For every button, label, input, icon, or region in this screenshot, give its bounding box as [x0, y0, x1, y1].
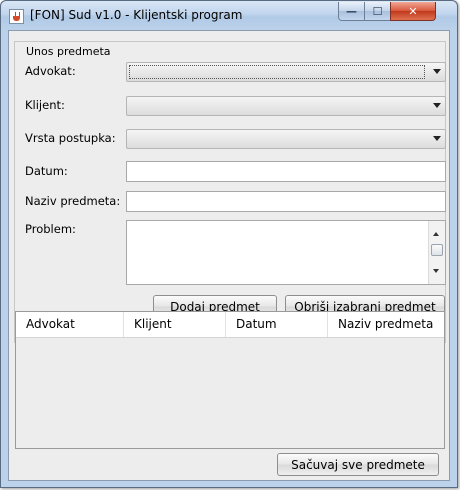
close-icon: ✕: [408, 4, 418, 18]
chevron-down-icon[interactable]: [433, 69, 441, 74]
vertical-scrollbar[interactable]: [428, 221, 445, 284]
scroll-up-icon[interactable]: [433, 232, 439, 236]
chevron-down-icon[interactable]: [433, 103, 441, 108]
maximize-icon: ☐: [372, 4, 383, 18]
app-window: [FON] Sud v1.0 - Klijentski program — ☐ …: [0, 0, 458, 488]
datum-field[interactable]: [126, 161, 446, 182]
problem-textarea[interactable]: [126, 220, 446, 285]
vrsta-postupka-combobox[interactable]: [126, 129, 446, 149]
column-header-klijent[interactable]: Klijent: [123, 312, 225, 337]
naziv-predmeta-field[interactable]: [126, 191, 446, 212]
klijent-combobox[interactable]: [126, 96, 446, 116]
chevron-down-icon[interactable]: [433, 136, 441, 141]
close-button[interactable]: ✕: [390, 2, 436, 21]
table-header: Advokat Klijent Datum Naziv predmeta: [16, 312, 444, 338]
focus-outline: [129, 65, 425, 79]
window-title: [FON] Sud v1.0 - Klijentski program: [30, 8, 243, 22]
group-title: Unos predmeta: [24, 45, 113, 58]
vrsta-postupka-label: Vrsta postupka:: [25, 131, 116, 145]
minimize-button[interactable]: —: [338, 2, 365, 21]
title-bar[interactable]: [FON] Sud v1.0 - Klijentski program — ☐ …: [1, 1, 457, 30]
save-all-cases-button[interactable]: Sačuvaj sve predmete: [277, 453, 439, 476]
column-header-naziv-predmeta[interactable]: Naziv predmeta: [327, 312, 444, 337]
case-entry-group: Unos predmeta Advokat: Klijent: Vrsta po…: [14, 41, 446, 343]
minimize-icon: —: [346, 4, 357, 18]
klijent-label: Klijent:: [25, 98, 65, 112]
advokat-label: Advokat:: [25, 64, 76, 78]
content-panel: Unos predmeta Advokat: Klijent: Vrsta po…: [8, 30, 450, 481]
column-header-advokat[interactable]: Advokat: [16, 312, 123, 337]
scroll-thumb[interactable]: [431, 244, 443, 256]
java-app-icon[interactable]: [9, 9, 24, 24]
column-header-datum[interactable]: Datum: [225, 312, 327, 337]
datum-label: Datum:: [25, 164, 68, 178]
advokat-combobox[interactable]: [126, 62, 446, 82]
maximize-button[interactable]: ☐: [364, 2, 391, 21]
problem-label: Problem:: [25, 222, 76, 236]
naziv-predmeta-label: Naziv predmeta:: [25, 194, 121, 208]
cases-table[interactable]: Advokat Klijent Datum Naziv predmeta: [15, 311, 445, 449]
scroll-down-icon[interactable]: [433, 269, 439, 273]
